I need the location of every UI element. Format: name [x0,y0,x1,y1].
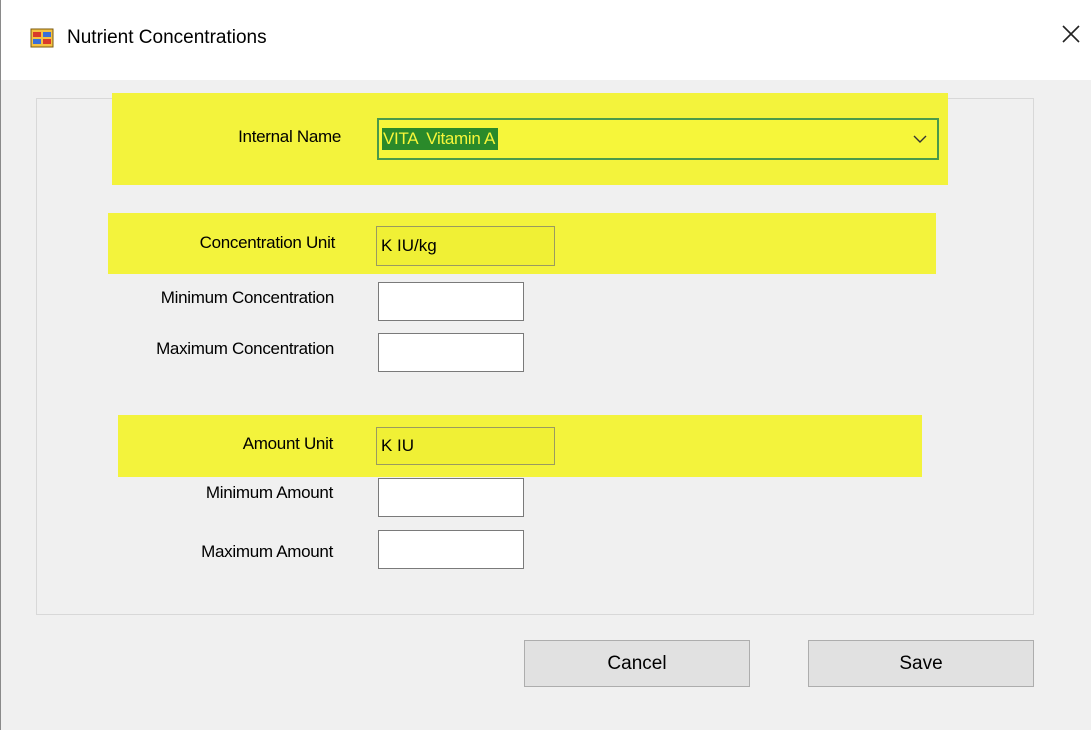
dialog-window: Nutrient Concentrations Internal Name VI… [0,0,1091,730]
concentration-unit-label: Concentration Unit [199,233,336,252]
minimum-concentration-input[interactable] [378,282,524,321]
maximum-amount-label: Maximum Amount [201,542,333,561]
window-title: Nutrient Concentrations [67,27,267,48]
maximum-concentration-label: Maximum Concentration [156,339,334,358]
close-button[interactable] [1051,14,1091,54]
minimum-amount-label: Minimum Amount [205,483,333,502]
amount-unit-label: Amount Unit [242,434,334,453]
app-form-icon [30,28,54,48]
concentration-unit-field: K IU/kg [376,226,555,266]
chevron-down-icon[interactable] [911,130,929,148]
save-button[interactable]: Save [808,640,1034,687]
cancel-button[interactable]: Cancel [524,640,750,687]
internal-name-label: Internal Name [238,127,341,146]
internal-name-value: VITA Vitamin A [382,128,499,150]
maximum-amount-input[interactable] [378,530,524,569]
maximum-concentration-input[interactable] [378,333,524,372]
title-bar: Nutrient Concentrations [1,0,1091,80]
minimum-amount-input[interactable] [378,478,524,517]
internal-name-combobox[interactable]: VITA Vitamin A [377,118,939,160]
close-icon [1062,25,1080,43]
minimum-concentration-label: Minimum Concentration [160,288,335,307]
amount-unit-field: K IU [376,427,555,465]
